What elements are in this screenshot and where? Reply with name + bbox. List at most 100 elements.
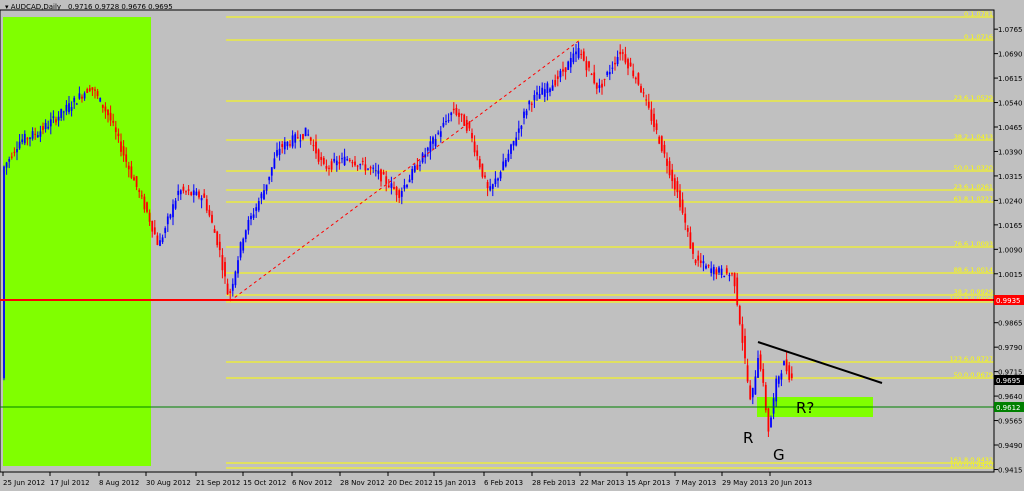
candle-body [312,145,315,147]
candle-body [759,354,762,370]
candle-body [151,220,154,232]
candle-body [720,268,723,275]
candle-body [252,214,255,218]
candle-body [374,170,377,172]
candle-body [707,265,710,267]
price-label: 0.9865 [998,320,1023,328]
fib-label: 50.0.1.0320 [954,164,993,172]
candle-body [504,159,507,167]
candle-body [122,146,125,156]
candle-body [445,121,447,123]
price-label: 1.0540 [998,100,1023,108]
candle-body [645,99,648,101]
current-price-tag: 0.9695 [994,375,1024,385]
candle-body [96,91,99,97]
candle-body [549,88,551,93]
candle-body [718,267,720,273]
candle-body [416,164,419,170]
candle-body [3,166,5,379]
candle-body [478,158,481,168]
candle-body [382,171,385,175]
candle-body [460,113,463,116]
candle-body [208,209,211,216]
candle-body [697,255,700,261]
candle-body [226,283,229,295]
candle-body [65,104,68,112]
candle-body [400,191,403,197]
price-label: 1.0090 [998,246,1023,254]
candle-body [463,114,466,126]
candle-body [432,137,434,144]
candle-body [723,275,726,278]
candle-body [91,87,94,90]
candle-body [328,167,330,169]
candle-body [593,72,596,84]
candle-body [783,361,785,366]
candle-body [101,104,104,108]
candle-body [198,191,200,198]
candle-body [655,123,658,131]
date-label: 7 May 2013 [675,479,716,487]
date-label: 28 Feb 2013 [532,479,576,487]
candle-body [684,213,687,223]
price-chart[interactable]: 0.1.0781 0.1.0716 23.6.1.0529 38.2.1.0413 50… [0,0,1024,491]
candle-body [447,120,450,122]
fib-label: 38.2.1.0413 [954,133,993,141]
candle-body [614,62,616,65]
price-label: 0.9565 [998,418,1023,426]
candle-body [559,70,562,78]
candle-body [260,193,263,199]
candle-body [289,144,291,146]
candle-body [481,163,484,177]
candle-body [530,103,533,105]
candle-body [8,158,11,162]
candle-body [107,109,109,116]
candle-body [213,229,216,233]
candle-body [242,238,245,251]
fib-label: 0.1.0781 [964,10,993,18]
fib-label: 61.8.1.0227 [954,195,993,203]
candle-body [169,214,172,218]
candle-body [569,58,572,68]
candle-body [458,112,460,117]
candle-body [681,199,684,213]
candle-body [502,161,505,171]
candle-body [634,77,637,80]
candle-body [299,140,302,142]
candle-body [304,127,307,137]
candle-body [520,125,523,130]
date-label: 6 Nov 2012 [292,479,332,487]
svg-text:0.9935: 0.9935 [996,297,1021,305]
candle-body [702,261,705,264]
candle-body [34,133,37,135]
candle-body [629,62,632,67]
candle-body [637,73,640,85]
candle-body [673,178,676,190]
candle-body [507,153,510,161]
candle-body [179,190,182,195]
candle-body [359,164,362,166]
svg-text:0.9612: 0.9612 [996,404,1021,412]
candle-body [731,273,733,275]
candle-body [606,71,609,75]
candle-body [741,324,744,343]
candle-body [528,101,531,105]
fib-label: 123.6.0.9727 [950,355,993,363]
date-label: 17 Jul 2012 [50,479,90,487]
chart-window[interactable]: ▾ AUDCAD,Daily 0.9716 0.9728 0.9676 0.96… [0,0,1024,491]
candle-body [749,385,752,400]
candle-body [229,291,232,293]
candle-body [294,134,297,143]
candle-body [185,191,187,193]
candle-body [47,126,50,129]
candle-body [419,165,421,167]
candle-body [333,158,336,162]
candle-body [265,184,268,191]
candle-body [788,365,791,380]
candle-body [486,182,489,189]
candle-body [658,136,661,144]
candle-body [205,199,208,211]
candle-body [647,101,650,108]
fib-label: 23.6.1.0261 [954,183,993,191]
candle-body [320,156,323,160]
